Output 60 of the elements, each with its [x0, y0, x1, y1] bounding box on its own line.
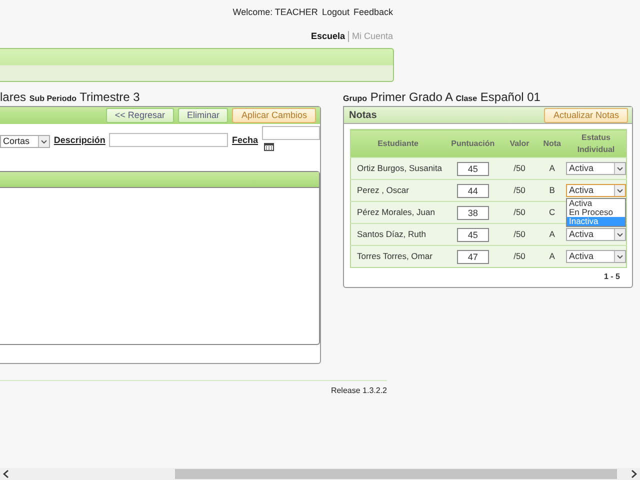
- caret-icon: [616, 166, 623, 171]
- pagination-text: 1 - 5: [602, 271, 621, 283]
- column-header: Estudiante: [350, 130, 446, 158]
- class-link[interactable]: Clase: [456, 94, 478, 103]
- dropdown-option[interactable]: Activa: [566, 199, 625, 208]
- status-select[interactable]: Activa: [566, 228, 626, 242]
- caret-icon: [616, 188, 623, 193]
- score-field[interactable]: 45: [456, 228, 489, 242]
- column-header: Valor: [500, 130, 538, 158]
- description-link[interactable]: Descripción: [54, 134, 106, 148]
- date-field[interactable]: [262, 126, 320, 140]
- score-field[interactable]: 47: [456, 250, 489, 264]
- points-possible: /50: [500, 180, 538, 202]
- status-select[interactable]: Activa: [566, 184, 626, 198]
- grade-letter: A: [538, 158, 566, 180]
- score-field[interactable]: 45: [456, 162, 489, 176]
- student-name: Pérez Morales, Juan: [350, 202, 446, 224]
- grade-letter: B: [538, 180, 566, 202]
- status-select[interactable]: Activa: [566, 162, 626, 176]
- page-title: lares: [0, 90, 26, 104]
- grade-letter: C: [538, 202, 566, 224]
- header-link[interactable]: Feedback: [353, 7, 393, 17]
- toolbar-button[interactable]: Eliminar: [178, 108, 228, 123]
- column-header: Nota: [538, 130, 566, 158]
- nav-link[interactable]: Escuela: [310, 30, 345, 40]
- group-name: Primer Grado A: [370, 90, 452, 104]
- points-possible: /50: [500, 202, 538, 224]
- status-select[interactable]: Activa: [566, 250, 626, 264]
- grade-letter: A: [538, 224, 566, 246]
- caret-icon: [40, 140, 47, 144]
- student-name: Torres Torres, Omar: [350, 246, 446, 268]
- sub-period-link[interactable]: Sub Periodo: [29, 94, 76, 103]
- score-field[interactable]: 44: [456, 184, 489, 198]
- group-link[interactable]: Grupo: [343, 94, 367, 103]
- horizontal-scrollbar[interactable]: [0, 468, 640, 480]
- grade-letter: A: [538, 246, 566, 268]
- description-field[interactable]: [109, 133, 228, 147]
- panel-title: Notas: [349, 108, 377, 122]
- calendar-icon[interactable]: [264, 142, 274, 151]
- toolbar-button[interactable]: << Regresar: [106, 108, 174, 123]
- caret-icon: [616, 254, 623, 259]
- release-text: Release 1.3.2.2: [330, 386, 387, 395]
- sub-period-value: Trimestre 3: [80, 90, 140, 104]
- welcome-text: Welcome: TEACHER: [232, 7, 318, 17]
- column-header: Puntuación: [445, 130, 501, 158]
- points-possible: /50: [500, 224, 538, 246]
- date-link[interactable]: Fecha: [232, 134, 258, 148]
- type-select[interactable]: Cortas: [0, 135, 50, 148]
- class-name: Español 01: [480, 90, 540, 104]
- scrollbar-thumb[interactable]: [175, 469, 617, 479]
- student-name: Santos Díaz, Ruth: [350, 224, 446, 246]
- student-name: Perez , Oscar: [350, 180, 446, 202]
- header-link[interactable]: Logout: [322, 7, 350, 17]
- points-possible: /50: [500, 158, 538, 180]
- points-possible: /50: [500, 246, 538, 268]
- dropdown-option[interactable]: En Proceso: [566, 208, 625, 218]
- score-field[interactable]: 38: [456, 206, 489, 220]
- student-name: Ortiz Burgos, Susanita: [350, 158, 446, 180]
- column-header: Estatus Individual: [566, 130, 626, 158]
- caret-icon: [616, 232, 623, 237]
